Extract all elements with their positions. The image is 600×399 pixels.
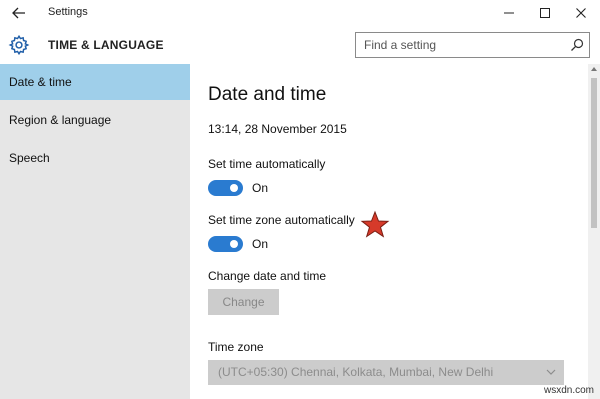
search-icon[interactable]	[569, 37, 585, 53]
watermark: wsxdn.com	[543, 385, 594, 396]
main-content: Date and time 13:14, 28 November 2015 Se…	[190, 64, 588, 399]
scroll-up-arrow-icon[interactable]	[591, 66, 597, 72]
section-title: TIME & LANGUAGE	[48, 38, 164, 52]
set-time-auto-state: On	[252, 181, 269, 195]
scroll-thumb[interactable]	[591, 78, 597, 228]
gear-icon	[8, 34, 30, 56]
back-button[interactable]	[8, 3, 30, 23]
set-timezone-auto-label: Set time zone automatically	[208, 213, 355, 227]
chevron-down-icon	[546, 369, 556, 375]
settings-header: TIME & LANGUAGE	[0, 26, 600, 64]
timezone-dropdown[interactable]: (UTC+05:30) Chennai, Kolkata, Mumbai, Ne…	[208, 360, 564, 385]
red-star-icon	[360, 210, 390, 238]
close-icon	[576, 8, 586, 18]
sidebar: Date & time Region & language Speech	[0, 64, 190, 399]
sidebar-item-date-time[interactable]: Date & time	[0, 64, 190, 100]
set-time-auto-toggle[interactable]	[208, 180, 243, 196]
maximize-icon	[540, 8, 550, 18]
search-box[interactable]	[355, 32, 590, 58]
page-title: Date and time	[208, 84, 327, 105]
set-timezone-auto-toggle[interactable]	[208, 236, 243, 252]
scrollbar[interactable]	[588, 64, 600, 399]
change-button[interactable]: Change	[208, 289, 279, 315]
set-timezone-auto-state: On	[252, 237, 269, 251]
toggle-knob	[230, 184, 238, 192]
title-bar: Settings	[0, 0, 600, 26]
timezone-value: (UTC+05:30) Chennai, Kolkata, Mumbai, Ne…	[218, 365, 494, 379]
change-date-time-label: Change date and time	[208, 269, 327, 283]
minimize-button[interactable]	[494, 0, 524, 26]
sidebar-item-region-language[interactable]: Region & language	[0, 102, 190, 138]
back-arrow-icon	[12, 7, 25, 19]
toggle-knob	[230, 240, 238, 248]
current-datetime: 13:14, 28 November 2015	[208, 122, 347, 136]
set-time-auto-label: Set time automatically	[208, 157, 326, 171]
search-input[interactable]	[356, 33, 561, 57]
sidebar-item-speech[interactable]: Speech	[0, 140, 190, 176]
timezone-label: Time zone	[208, 340, 264, 354]
maximize-button[interactable]	[530, 0, 560, 26]
close-button[interactable]	[566, 0, 596, 26]
minimize-icon	[504, 12, 514, 14]
window-title: Settings	[48, 6, 88, 18]
